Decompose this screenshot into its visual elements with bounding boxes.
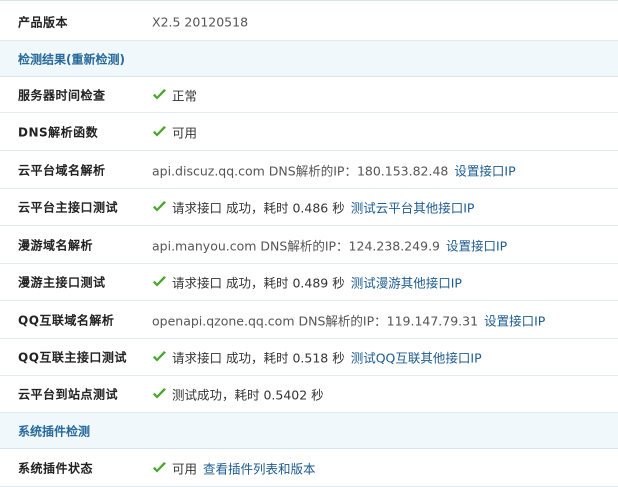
set-interface-ip-link[interactable]: 设置接口IP — [446, 235, 507, 254]
dns-result-text: api.manyou.com DNS解析的IP：124.238.249.9 — [152, 238, 440, 253]
row-label: QQ互联主接口测试 — [18, 350, 127, 365]
row-label: DNS解析函数 — [18, 125, 99, 139]
set-interface-ip-link[interactable]: 设置接口IP — [454, 160, 515, 179]
row-dns-function: DNS解析函数 可用 — [0, 113, 618, 151]
row-value: 正常 — [152, 85, 197, 104]
set-interface-ip-link[interactable]: 设置接口IP — [484, 310, 545, 329]
row-label: 系统插件状态 — [18, 461, 94, 475]
test-other-interface-link[interactable]: 测试云平台其他接口IP — [351, 198, 475, 217]
check-icon — [153, 88, 166, 99]
check-icon — [153, 351, 166, 362]
row-cloud-main-interface: 云平台主接口测试 请求接口 成功，耗时 0.486 秒 测试云平台其他接口IP — [0, 189, 618, 226]
check-icon — [153, 461, 166, 472]
status-text: 请求接口 成功，耗时 0.489 秒 — [172, 275, 345, 291]
status-text: 正常 — [172, 88, 198, 103]
row-label: QQ互联域名解析 — [18, 313, 115, 327]
status-text: 请求接口 成功，耗时 0.518 秒 — [172, 350, 345, 366]
status-text: 测试成功，耗时 0.5402 秒 — [172, 387, 324, 403]
section-plugin-check: 系统插件检测 — [0, 413, 618, 449]
check-icon — [153, 276, 166, 287]
row-cloud-domain-resolve: 云平台域名解析 api.discuz.qq.com DNS解析的IP：180.1… — [0, 151, 618, 189]
row-plugin-status: 系统插件状态 可用 查看插件列表和版本 — [0, 449, 618, 487]
row-value: 请求接口 成功，耗时 0.486 秒 测试云平台其他接口IP — [152, 198, 474, 217]
check-icon — [153, 388, 166, 399]
row-label: 漫游主接口测试 — [18, 275, 106, 290]
dns-result-text: api.discuz.qq.com DNS解析的IP：180.153.82.48 — [152, 163, 449, 178]
row-manyou-domain-resolve: 漫游域名解析 api.manyou.com DNS解析的IP：124.238.2… — [0, 226, 618, 264]
row-qq-main-interface: QQ互联主接口测试 请求接口 成功，耗时 0.518 秒 测试QQ互联其他接口I… — [0, 339, 618, 376]
row-label: 云平台主接口测试 — [18, 200, 119, 215]
row-value: api.discuz.qq.com DNS解析的IP：180.153.82.48… — [152, 160, 516, 179]
section-title-check-results[interactable]: 检测结果(重新检测) — [18, 50, 125, 67]
status-text: 可用 — [172, 125, 198, 140]
row-value: 可用 — [152, 122, 197, 141]
row-label: 漫游域名解析 — [18, 238, 94, 252]
status-text: 可用 — [172, 461, 198, 476]
test-other-interface-link[interactable]: 测试漫游其他接口IP — [351, 273, 462, 292]
check-icon — [153, 125, 166, 136]
row-value: openapi.qzone.qq.com DNS解析的IP：119.147.79… — [152, 310, 545, 329]
row-value: X2.5 20120518 — [152, 15, 248, 30]
dns-result-text: openapi.qzone.qq.com DNS解析的IP：119.147.79… — [152, 313, 479, 328]
row-manyou-main-interface: 漫游主接口测试 请求接口 成功，耗时 0.489 秒 测试漫游其他接口IP — [0, 264, 618, 301]
row-label: 云平台域名解析 — [18, 163, 106, 177]
row-value: 测试成功，耗时 0.5402 秒 — [152, 385, 324, 404]
row-product-version: 产品版本 X2.5 20120518 — [0, 4, 618, 41]
row-value: 请求接口 成功，耗时 0.489 秒 测试漫游其他接口IP — [152, 273, 462, 292]
check-icon — [153, 201, 166, 212]
row-qq-domain-resolve: QQ互联域名解析 openapi.qzone.qq.com DNS解析的IP：1… — [0, 301, 618, 339]
row-value: api.manyou.com DNS解析的IP：124.238.249.9 设置… — [152, 235, 507, 254]
row-label: 云平台到站点测试 — [18, 387, 119, 402]
row-label: 服务器时间检查 — [18, 88, 106, 102]
section-check-results[interactable]: 检测结果(重新检测) — [0, 41, 618, 77]
row-label: 产品版本 — [18, 15, 69, 30]
row-value: 可用 查看插件列表和版本 — [152, 458, 316, 477]
status-text: 请求接口 成功，耗时 0.486 秒 — [172, 200, 345, 216]
section-title-plugin-check: 系统插件检测 — [18, 424, 91, 438]
row-value: 请求接口 成功，耗时 0.518 秒 测试QQ互联其他接口IP — [152, 348, 482, 367]
view-plugin-list-link[interactable]: 查看插件列表和版本 — [203, 458, 316, 477]
product-version-value: X2.5 20120518 — [152, 14, 249, 30]
test-other-interface-link[interactable]: 测试QQ互联其他接口IP — [351, 348, 482, 367]
row-server-time: 服务器时间检查 正常 — [0, 77, 618, 113]
diagnostics-table: 产品版本 X2.5 20120518 检测结果(重新检测) 服务器时间检查 正常… — [0, 4, 618, 487]
row-cloud-to-site: 云平台到站点测试 测试成功，耗时 0.5402 秒 — [0, 376, 618, 413]
